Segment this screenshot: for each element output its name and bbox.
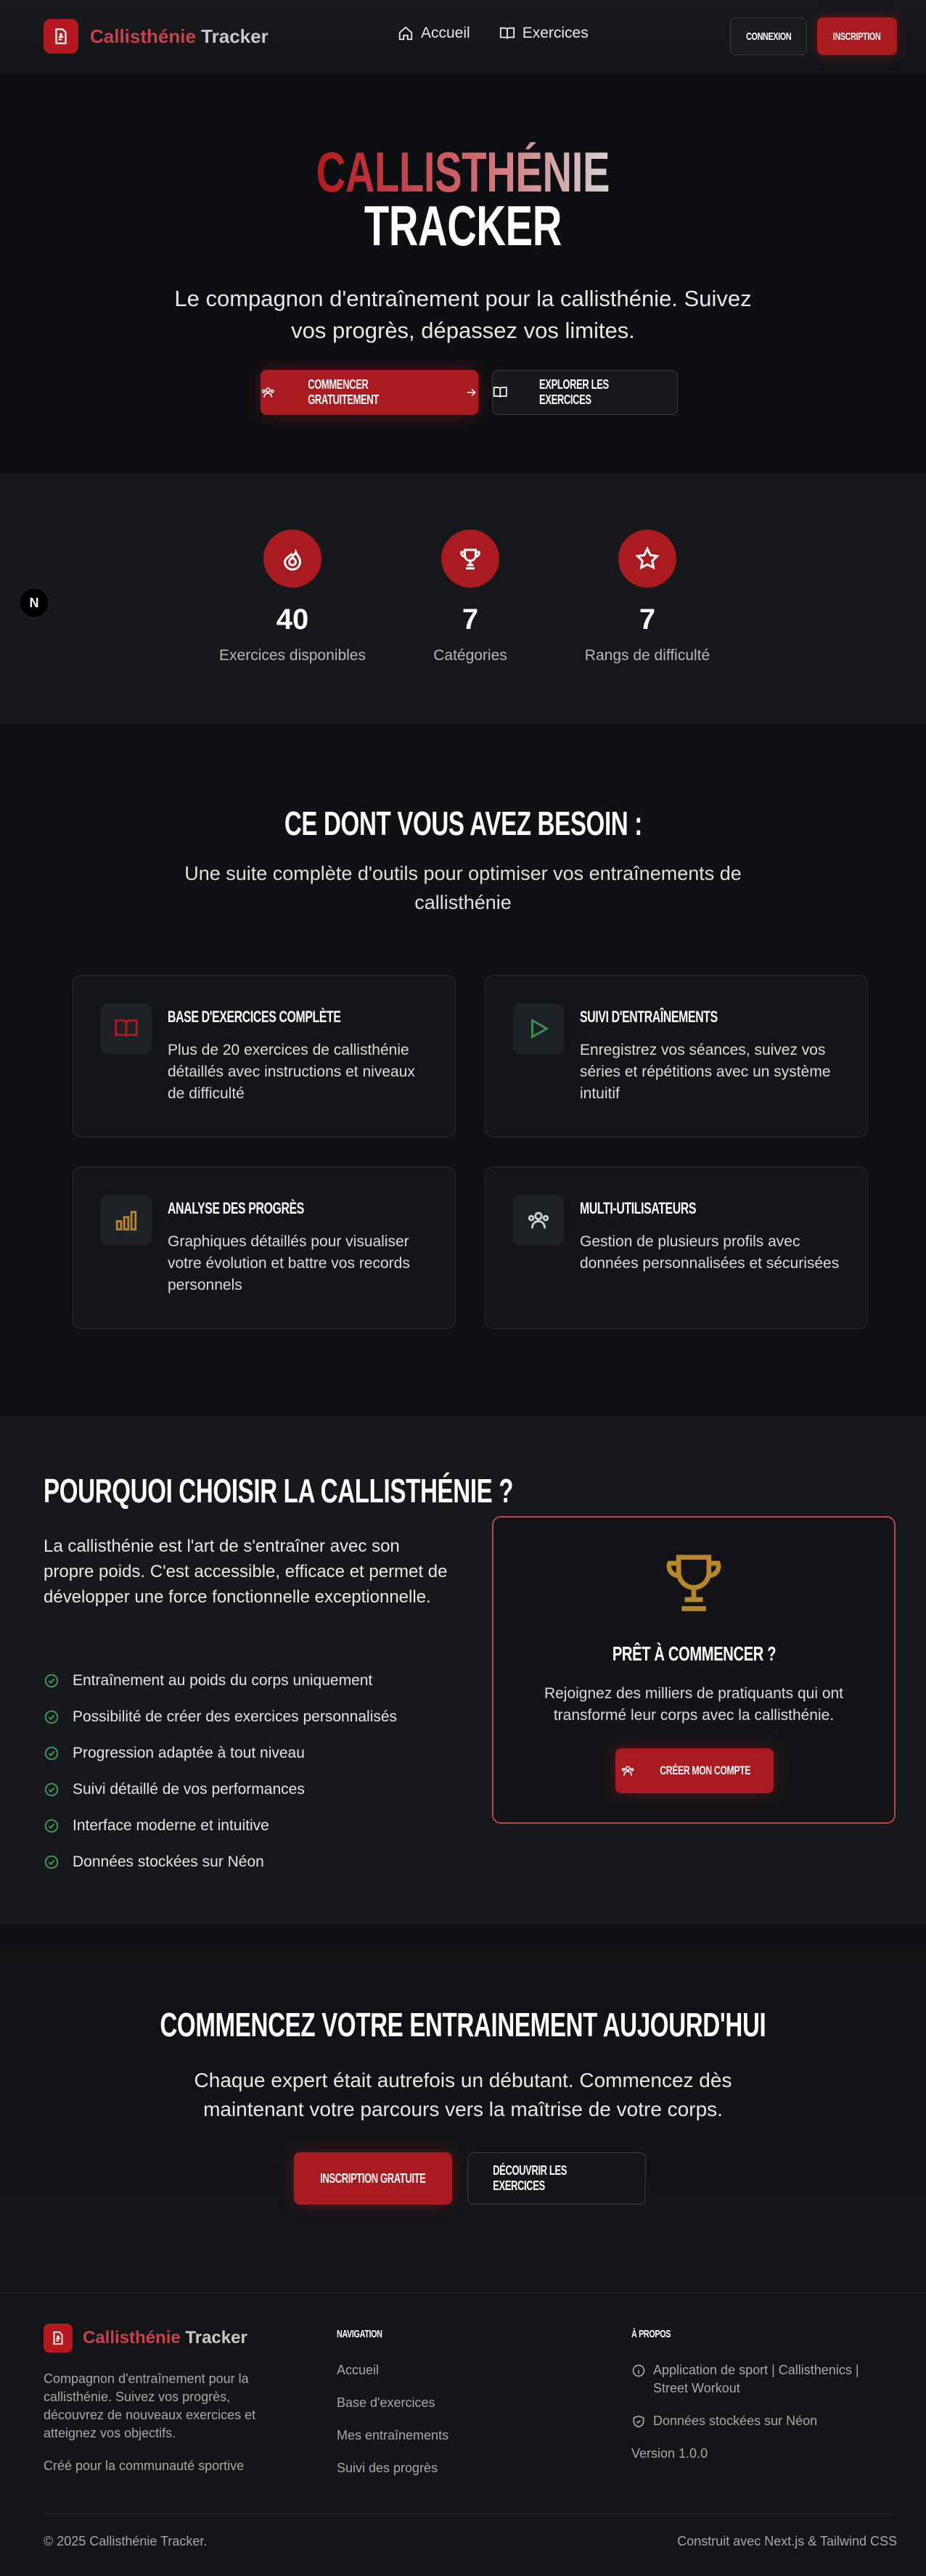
list-item: Progression adaptée à tout niveau [44, 1735, 397, 1771]
footer-about: Application de sport | Callisthenics | S… [631, 2361, 893, 2477]
footer-brand[interactable]: Callisthénie Tracker [44, 2324, 247, 2353]
stat-value: 7 [462, 604, 479, 635]
top-navbar: Callisthénie Tracker Accueil Exercices C… [0, 0, 926, 73]
features-section: CE DONT VOUS AVEZ BESOIN : Une suite com… [0, 724, 926, 1416]
users-icon [513, 1195, 564, 1246]
feature-description: Graphiques détaillés pour visualiser vot… [168, 1233, 410, 1293]
stat-categories: 7 Catégories [376, 530, 565, 664]
feature-card: BASE D'EXERCICES COMPLÈTE Plus de 20 exe… [73, 975, 456, 1137]
why-text: La callisthénie est l'art de s'entraîner… [44, 1536, 448, 1607]
users-icon [621, 1766, 634, 1776]
feature-card: ANALYSE DES PROGRÈS Graphiques détaillés… [73, 1166, 456, 1329]
stat-value: 40 [276, 604, 309, 635]
ready-text: Rejoignez des milliers de pratiquants qu… [544, 1685, 844, 1724]
footer-description: Compagnon d'entraînement pour la callist… [44, 2370, 283, 2475]
home-icon [398, 26, 413, 41]
about-item: Données stockées sur Néon [631, 2412, 893, 2430]
list-item: Possibilité de créer des exercices perso… [44, 1699, 397, 1735]
feature-title: ANALYSE DES PROGRÈS [168, 1199, 304, 1217]
hero-section: CALLISTHÉNIE TRACKER Le compagnon d'entr… [0, 73, 926, 473]
stat-value: 7 [639, 604, 656, 635]
start-subtitle: Chaque expert était autrefois un débutan… [194, 2069, 732, 2120]
why-title: POURQUOI CHOISIR LA CALLISTHÉNIE ? [44, 1472, 514, 1510]
trophy-icon [441, 530, 499, 588]
ready-card: PRÊT À COMMENCER ? Rejoignez des millier… [492, 1516, 896, 1824]
list-item: Suivi détaillé de vos performances [44, 1771, 397, 1808]
create-account-button[interactable]: CRÉER MON COMPTE [615, 1748, 774, 1793]
bar-chart-icon [101, 1195, 152, 1246]
features-title: CE DONT VOUS AVEZ BESOIN : [284, 805, 642, 842]
list-item: Interface moderne et intuitive [44, 1808, 397, 1844]
footer-about-title: À PROPOS [631, 2328, 671, 2340]
why-section: POURQUOI CHOISIR LA CALLISTHÉNIE ? La ca… [0, 1416, 926, 1924]
dumbbell-doc-icon [44, 19, 78, 54]
start-section: COMMENCEZ VOTRE ENTRAINEMENT AUJOURD'HUI… [0, 1924, 926, 2292]
book-open-icon [101, 1003, 152, 1054]
start-title: COMMENCEZ VOTRE ENTRAINEMENT AUJOURD'HUI [160, 2006, 766, 2044]
start-free-button[interactable]: COMMENCER GRATUITEMENT [261, 370, 478, 415]
feature-description: Plus de 20 exercices de callisthénie dét… [168, 1042, 415, 1102]
hero-subtitle: Le compagnon d'entraînement pour la call… [174, 286, 752, 343]
built-with: Construit avec Next.js & Tailwind CSS [677, 2534, 897, 2548]
check-circle-icon [44, 1855, 59, 1869]
users-icon [261, 387, 274, 398]
dumbbell-doc-icon [44, 2324, 73, 2353]
check-circle-icon [44, 1710, 59, 1724]
feature-card: MULTI-UTILISATEURS Gestion de plusieurs … [485, 1166, 868, 1329]
shield-icon [633, 2415, 644, 2428]
stat-exercises: 40 Exercices disponibles [198, 530, 387, 664]
copyright: © 2025 Callisthénie Tracker. [44, 2534, 208, 2548]
play-icon [513, 1003, 564, 1054]
arrow-right-icon [467, 388, 477, 397]
feature-description: Enregistrez vos séances, suivez vos séri… [580, 1042, 831, 1102]
footer-link-workouts[interactable]: Mes entraînements [337, 2428, 448, 2461]
free-signup-button[interactable]: INSCRIPTION GRATUITE [294, 2152, 452, 2205]
feature-description: Gestion de plusieurs profils avec donnée… [580, 1233, 840, 1272]
login-button[interactable]: CONNEXION [730, 17, 807, 55]
stat-ranks: 7 Rangs de difficulté [553, 530, 742, 664]
check-circle-icon [44, 1782, 59, 1797]
features-subtitle: Une suite complète d'outils pour optimis… [184, 863, 742, 913]
stats-section: 40 Exercices disponibles 7 Catégories 7 … [0, 473, 926, 724]
feature-card: SUIVI D'ENTRAÎNEMENTS Enregistrez vos sé… [485, 975, 868, 1137]
footer-nav-links: Accueil Base d'exercices Mes entraînemen… [337, 2363, 448, 2493]
signup-button[interactable]: INSCRIPTION [817, 17, 897, 55]
brand-name: Callisthénie Tracker [90, 25, 269, 47]
footer-link-accueil[interactable]: Accueil [337, 2363, 448, 2395]
ready-title: PRÊT À COMMENCER ? [612, 1642, 776, 1665]
about-item: Application de sport | Callisthenics | S… [631, 2361, 893, 2398]
check-circle-icon [44, 1819, 59, 1833]
stat-label: Exercices disponibles [219, 647, 366, 664]
nav-link-accueil[interactable]: Accueil [398, 25, 470, 42]
footer-link-exercises[interactable]: Base d'exercices [337, 2395, 448, 2428]
list-item: Données stockées sur Néon [44, 1844, 397, 1880]
nav-link-exercices[interactable]: Exercices [499, 25, 589, 42]
stat-label: Catégories [433, 647, 507, 664]
flame-icon [263, 530, 321, 588]
explore-exercises-button[interactable]: EXPLORER LES EXERCICES [492, 370, 678, 415]
trophy-icon [666, 1555, 721, 1611]
version-text: Version 1.0.0 [631, 2446, 708, 2461]
book-icon [499, 27, 515, 39]
footer-made-for: Créé pour la communauté sportive [44, 2458, 245, 2473]
dev-badge[interactable]: N [19, 588, 49, 618]
feature-title: MULTI-UTILISATEURS [580, 1199, 697, 1217]
info-icon [632, 2364, 645, 2377]
stat-label: Rangs de difficulté [584, 647, 710, 664]
feature-title: BASE D'EXERCICES COMPLÈTE [168, 1008, 341, 1026]
star-icon [618, 530, 676, 588]
check-circle-icon [44, 1746, 59, 1761]
footer: Callisthénie Tracker Compagnon d'entraîn… [0, 2292, 926, 2576]
footer-link-progress[interactable]: Suivi des progrès [337, 2461, 448, 2493]
book-icon [493, 387, 507, 398]
brand-logo-link[interactable]: Callisthénie Tracker [44, 19, 269, 54]
list-item: Entraînement au poids du corps uniquemen… [44, 1663, 397, 1699]
footer-nav-title: NAVIGATION [337, 2328, 382, 2340]
feature-title: SUIVI D'ENTRAÎNEMENTS [580, 1008, 718, 1026]
check-circle-icon [44, 1674, 59, 1688]
benefits-list: Entraînement au poids du corps uniquemen… [44, 1663, 397, 1880]
discover-exercises-button[interactable]: DÉCOUVRIR LES EXERCICES [467, 2152, 646, 2205]
